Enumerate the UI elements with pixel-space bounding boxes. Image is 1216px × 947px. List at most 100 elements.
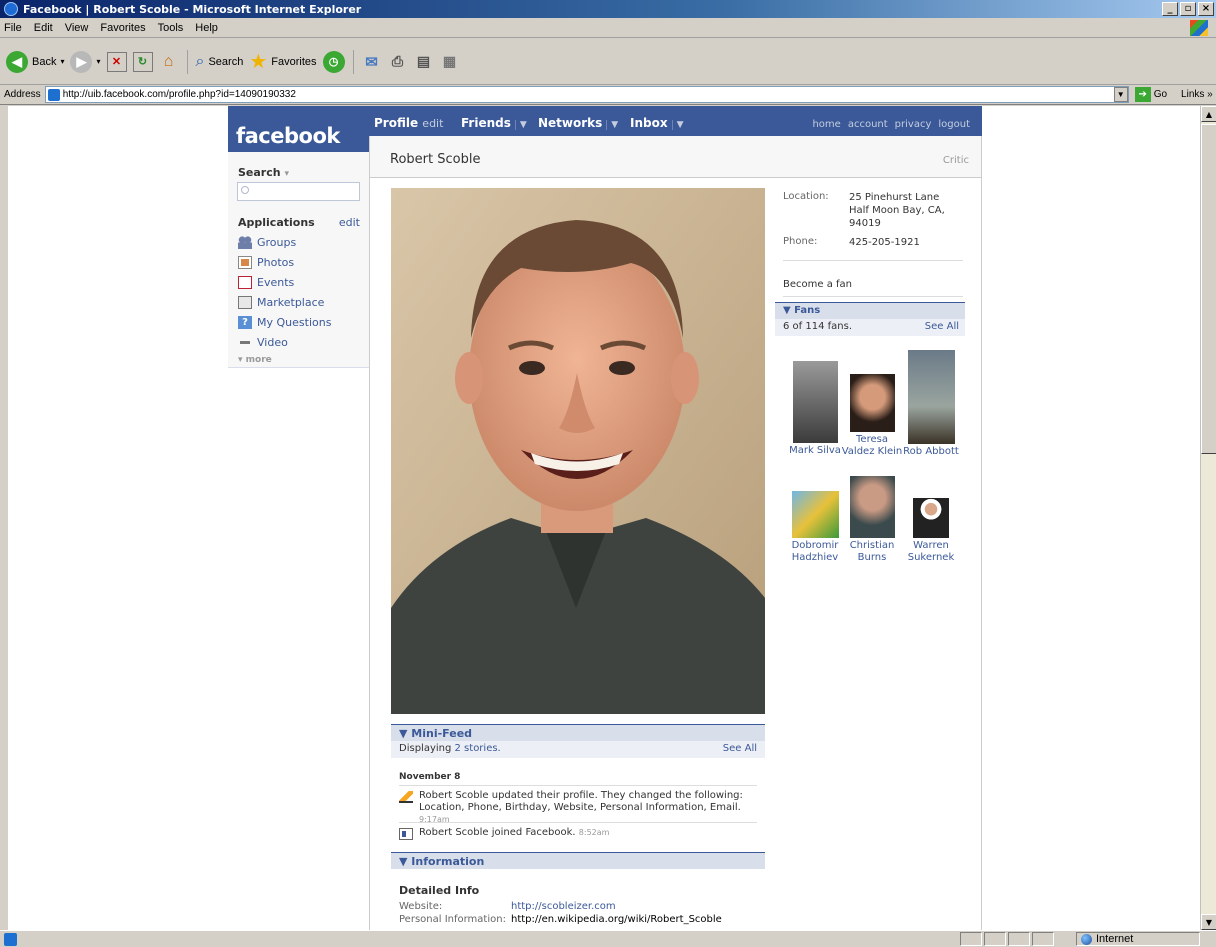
mail-icon[interactable]: ✉ [362,52,382,72]
chevron-down-icon[interactable]: ▼ [671,120,684,130]
scrollbar-thumb[interactable] [1201,124,1216,454]
fan-name[interactable]: Burns [840,552,904,564]
applications-heading: Applications edit [238,216,360,229]
website-link[interactable]: http://scobleizer.com [511,901,616,912]
fan-name[interactable]: Teresa [840,434,904,446]
sidebar-item-photos[interactable]: Photos [238,254,294,270]
fan-item[interactable]: Warren Sukernek [899,498,963,564]
fb-sidebar: facebook Search ▾ Applications edit Grou… [228,106,369,368]
sidebar-item-my-questions[interactable]: ? My Questions [238,314,331,330]
nav-account[interactable]: account [848,119,888,130]
window-frame-left [0,106,8,930]
search-label[interactable]: Search ▾ [238,166,289,179]
sidebar-item-groups[interactable]: Groups [238,234,296,250]
fans-see-all-link[interactable]: See All [925,321,959,332]
sidebar-item-marketplace[interactable]: Marketplace [238,294,324,310]
nav-privacy[interactable]: privacy [895,119,932,130]
history-icon[interactable]: ◷ [322,50,345,73]
applications-edit-link[interactable]: edit [339,216,360,229]
profile-photo[interactable] [391,188,765,714]
fan-name[interactable]: Rob Abbott [899,446,963,458]
profile-content: Robert Scoble Critic Location: 25 Pinehu… [369,136,982,930]
fans-subheader: 6 of 114 fans. See All [775,319,965,336]
status-cell [1008,932,1030,946]
profile-photo-image [391,188,765,714]
windows-logo-icon [1190,20,1208,36]
sidebar-item-video[interactable]: Video [238,334,288,350]
fan-name[interactable]: Dobromir [783,540,847,552]
fans-heading[interactable]: ▼ Fans [775,302,965,319]
scroll-up-icon[interactable]: ▲ [1201,106,1216,122]
fan-item[interactable]: Mark Silva [783,361,847,457]
stop-icon[interactable]: ✕ [106,51,127,72]
minifeed-see-all-link[interactable]: See All [723,743,757,754]
fan-photo[interactable] [849,374,895,432]
forward-button[interactable]: ▶ ▾ [70,50,101,73]
search-input[interactable] [237,182,360,201]
facebook-logo[interactable]: facebook [228,106,369,152]
menu-edit[interactable]: Edit [34,22,53,34]
fan-photo[interactable] [849,476,895,538]
menu-tools[interactable]: Tools [158,22,184,34]
address-dropdown-icon[interactable]: ▼ [1113,87,1128,102]
edit-page-icon[interactable]: ▤ [414,52,434,72]
messenger-icon[interactable]: ▦ [440,52,460,72]
address-label: Address [4,89,41,100]
fan-name[interactable]: Valdez Klein [840,446,904,458]
nav-inbox[interactable]: Inbox ▼ [630,116,684,130]
information-heading[interactable]: ▼ Information [391,852,765,869]
menu-help[interactable]: Help [195,22,218,34]
fan-item[interactable]: Teresa Valdez Klein [840,374,904,458]
vertical-scrollbar[interactable]: ▲ ▼ [1200,106,1216,930]
scroll-down-icon[interactable]: ▼ [1201,914,1216,930]
menu-view[interactable]: View [65,22,89,34]
fan-name[interactable]: Mark Silva [783,445,847,457]
minifeed-heading[interactable]: ▼ Mini-Feed [391,724,765,741]
nav-profile-edit[interactable]: edit [422,117,443,130]
fan-name[interactable]: Warren [899,540,963,552]
info-divider [783,296,963,297]
profile-name: Robert Scoble [390,152,481,167]
search-button[interactable]: ⌕ Search [196,53,244,71]
personal-info-label: Personal Information: [399,914,506,925]
fan-photo[interactable] [792,361,838,443]
links-button[interactable]: Links » [1181,89,1213,100]
nav-friends[interactable]: Friends ▼ [461,116,527,130]
chevron-down-icon[interactable]: ▼ [606,120,619,130]
location-street-link[interactable]: 25 Pinehurst Lane [849,191,939,204]
back-button[interactable]: ◀ Back ▾ [6,50,64,73]
menu-file[interactable]: File [4,22,22,34]
fan-item[interactable]: Christian Burns [840,476,904,564]
fan-item[interactable]: Rob Abbott [899,350,963,458]
close-button[interactable]: × [1198,2,1214,16]
fan-photo[interactable] [791,491,839,538]
nav-home[interactable]: home [812,119,840,130]
favorites-button[interactable]: ★ Favorites [249,52,316,72]
chevron-down-icon[interactable]: ▼ [514,120,527,130]
go-button[interactable]: ➔ Go [1134,87,1167,102]
sidebar-more-link[interactable]: ▾ more [238,355,272,365]
fan-photo[interactable] [907,350,955,444]
address-input[interactable]: http://uib.facebook.com/profile.php?id=1… [44,86,1129,103]
info-divider [783,260,963,261]
groups-icon [238,235,252,249]
maximize-button[interactable]: ▫ [1180,2,1196,16]
refresh-icon[interactable]: ↻ [132,51,153,72]
sidebar-item-events[interactable]: Events [238,274,294,290]
print-icon[interactable]: ⎙ [388,52,408,72]
nav-profile[interactable]: Profile edit [374,116,443,130]
fan-name[interactable]: Hadzhiev [783,552,847,564]
fan-name[interactable]: Sukernek [899,552,963,564]
fan-name[interactable]: Christian [840,540,904,552]
nav-logout[interactable]: logout [938,119,970,130]
fan-item[interactable]: Dobromir Hadzhiev [783,491,847,564]
become-fan-link[interactable]: Become a fan [783,278,852,291]
calendar-icon [238,275,252,289]
minimize-button[interactable]: _ [1162,2,1178,16]
nav-networks[interactable]: Networks ▼ [538,116,619,130]
location-city: Half Moon Bay, CA, [849,205,945,216]
menu-favorites[interactable]: Favorites [100,22,145,34]
stories-link[interactable]: 2 stories. [455,743,501,754]
fan-photo[interactable] [913,498,949,538]
home-icon[interactable]: ⌂ [159,52,179,72]
